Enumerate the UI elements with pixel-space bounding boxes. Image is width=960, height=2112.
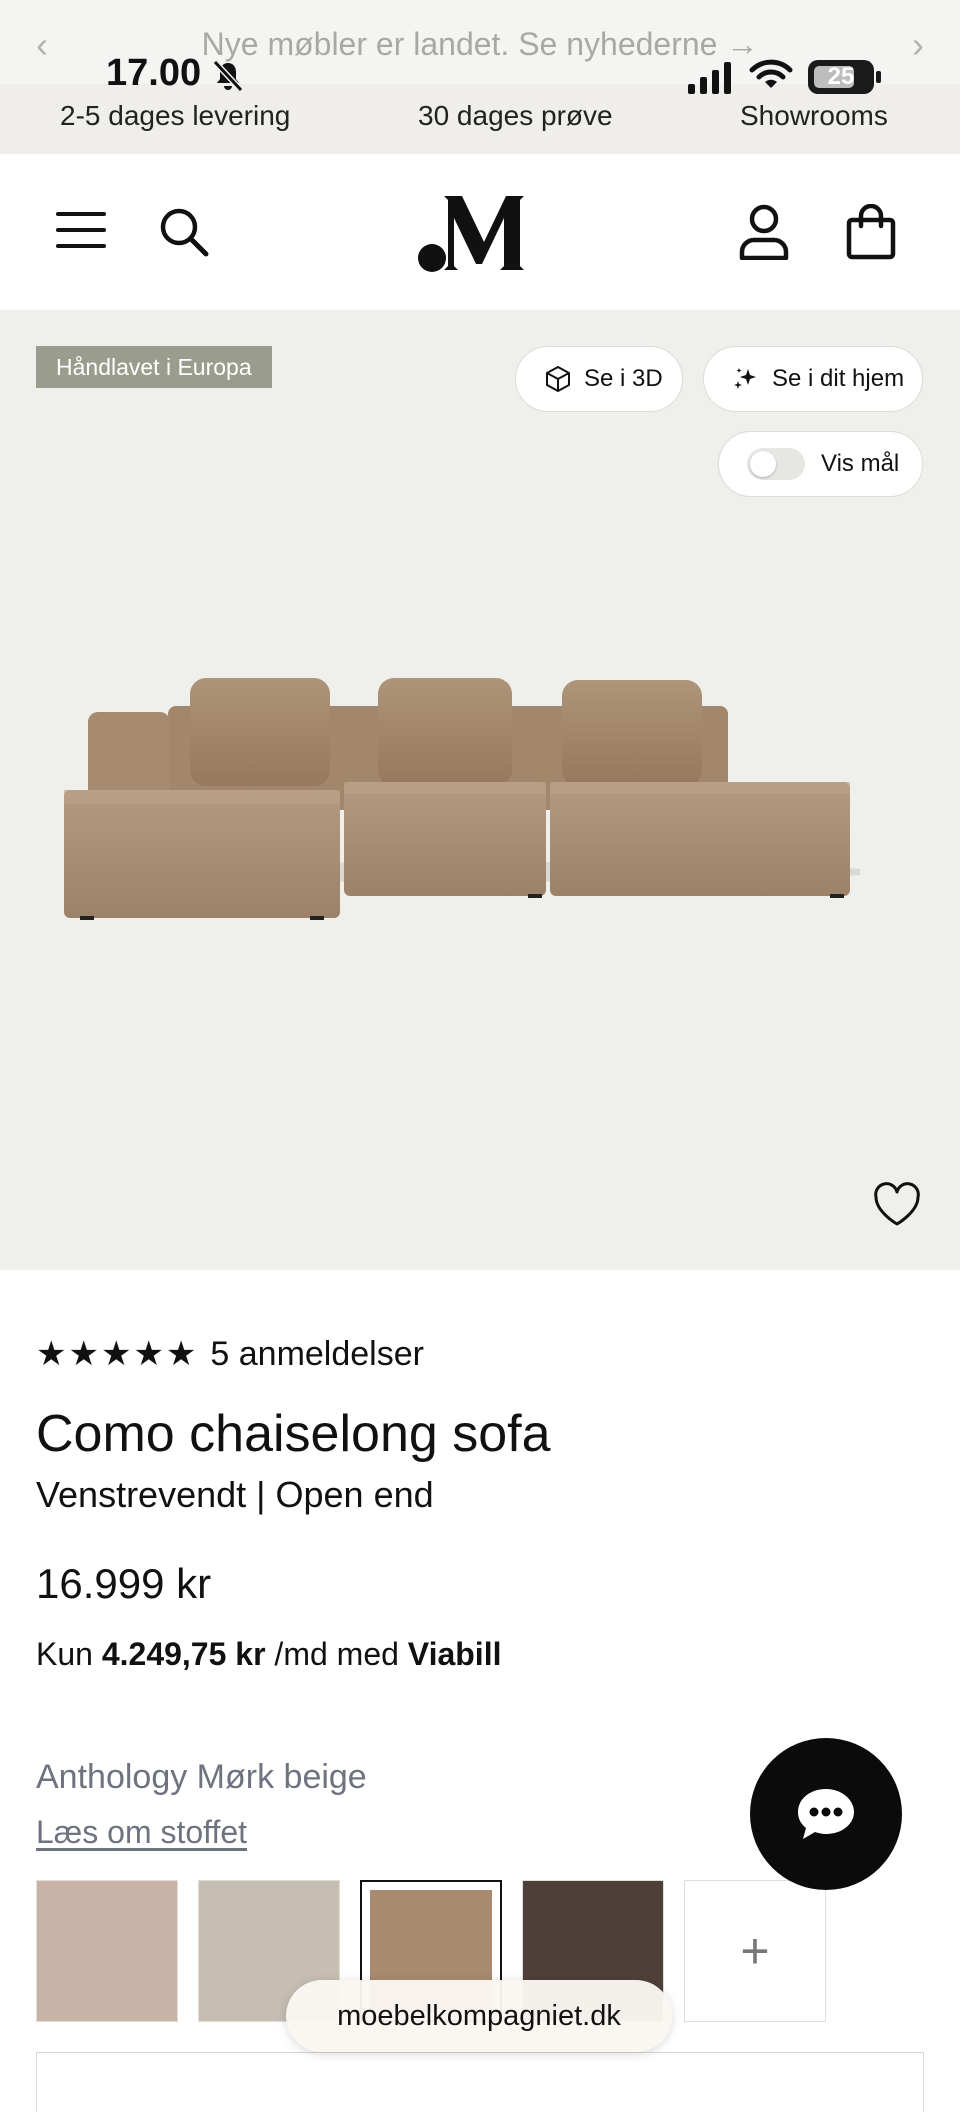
toggle-switch[interactable] — [747, 448, 805, 480]
browser-url-bar[interactable]: moebelkompagniet.dk — [286, 1980, 672, 2052]
rating-row[interactable]: ★★★★★ 5 anmeldelser — [36, 1334, 424, 1374]
handmade-badge: Håndlavet i Europa — [36, 346, 272, 388]
configurator-box[interactable] — [36, 2052, 924, 2112]
product-title: Como chaiselong sofa — [36, 1405, 551, 1463]
top-bar: ‹ Nye møbler er landet. Se nyhederne → ›… — [0, 0, 960, 154]
chat-button[interactable] — [750, 1738, 902, 1890]
view-3d-label: Se i 3D — [584, 365, 663, 392]
search-icon[interactable] — [158, 206, 210, 258]
battery-level: 25 — [827, 63, 855, 90]
menu-icon[interactable] — [56, 210, 106, 250]
view-in-home-label: Se i dit hjem — [772, 365, 905, 392]
brand-logo-icon[interactable] — [418, 192, 538, 274]
financing-amount: 4.249,75 kr — [101, 1636, 266, 1672]
cube-icon — [546, 366, 570, 392]
fabric-name: Anthology Mørk beige — [36, 1758, 367, 1796]
reviews-count[interactable]: 5 anmeldelser — [210, 1335, 424, 1374]
product-variant: Venstrevendt | Open end — [36, 1474, 434, 1515]
product-image-area[interactable]: Håndlavet i Europa Se i 3D Se i dit hjem… — [0, 310, 960, 1270]
user-icon[interactable] — [738, 204, 790, 260]
dimensions-label: Vis mål — [821, 450, 900, 477]
bell-muted-icon — [212, 59, 244, 93]
battery-icon: 25 — [808, 60, 874, 94]
chevron-right-icon[interactable]: › — [912, 24, 924, 66]
status-time: 17.00 — [106, 52, 202, 94]
read-about-fabric-link[interactable]: Læs om stoffet — [36, 1814, 247, 1851]
sparkle-icon — [734, 368, 756, 389]
rating-stars: ★★★★★ — [36, 1335, 199, 1373]
usp-delivery[interactable]: 2-5 dages levering — [60, 100, 290, 132]
fabric-swatch[interactable] — [36, 1880, 178, 2022]
sofa-image — [64, 678, 860, 920]
wifi-icon — [749, 59, 793, 88]
heart-icon[interactable] — [872, 1182, 922, 1228]
view-in-home-button[interactable]: Se i dit hjem — [703, 346, 923, 412]
dimensions-toggle[interactable]: Vis mål — [718, 431, 923, 497]
usp-trial[interactable]: 30 dages prøve — [418, 100, 613, 132]
product-price: 16.999 kr — [36, 1560, 212, 1607]
usp-showrooms[interactable]: Showrooms — [740, 100, 888, 132]
site-header — [0, 154, 960, 310]
chat-bubble-icon — [798, 1789, 854, 1839]
financing-text: Kun 4.249,75 kr /md med Viabill — [36, 1636, 502, 1672]
financing-provider: Viabill — [407, 1636, 502, 1672]
signal-icon — [688, 62, 731, 94]
view-3d-button[interactable]: Se i 3D — [515, 346, 683, 412]
bag-icon[interactable] — [846, 204, 896, 260]
more-fabrics-button[interactable]: + — [684, 1880, 826, 2022]
